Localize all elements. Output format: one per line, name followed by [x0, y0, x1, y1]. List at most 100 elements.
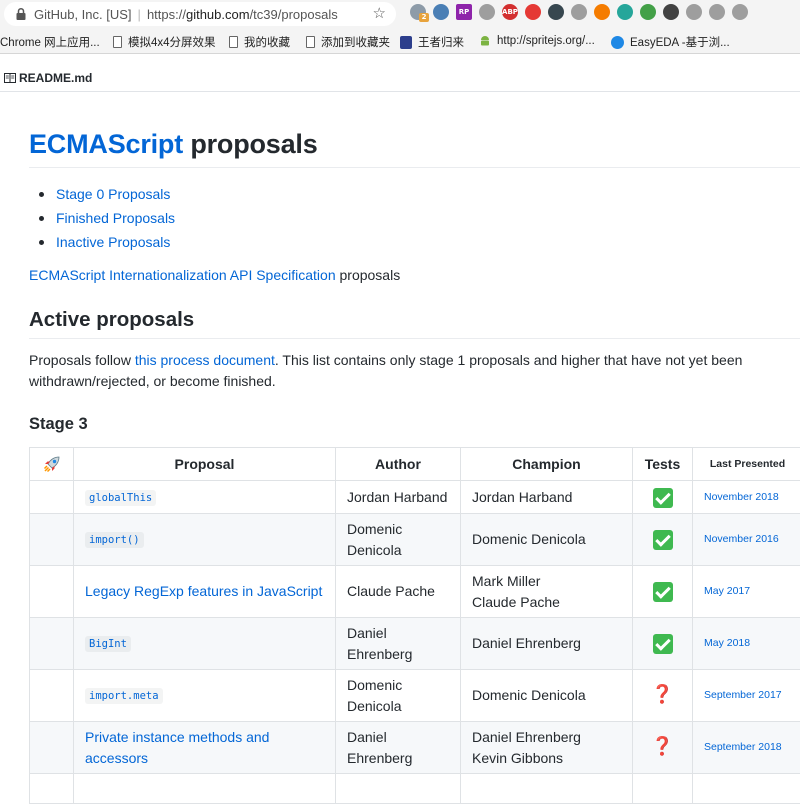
list-item: Stage 0 Proposals: [29, 182, 175, 206]
intl-spec-link[interactable]: ECMAScript Internationalization API Spec…: [29, 267, 336, 283]
extension-badge-icon[interactable]: 2: [410, 4, 426, 20]
column-header-champion[interactable]: Champion: [461, 448, 633, 481]
champion-cell: Daniel EhrenbergKevin Gibbons: [461, 722, 633, 774]
url-prefix: https://: [147, 7, 186, 22]
proposal-link[interactable]: BigInt: [85, 636, 131, 652]
bookmark-my-favorites[interactable]: 我的收藏: [229, 34, 290, 50]
rocket-icon: [42, 454, 62, 474]
last-presented-link[interactable]: November 2018: [704, 491, 779, 503]
fox-icon[interactable]: [571, 4, 587, 20]
process-document-link[interactable]: this process document: [135, 352, 275, 368]
rocket-cell: [30, 722, 74, 774]
bookmark-wangzhe[interactable]: 王者归来: [400, 34, 464, 50]
extension-gray-icon[interactable]: [732, 4, 748, 20]
bookmark-label: 王者归来: [418, 34, 464, 50]
lock-icon[interactable]: [14, 7, 28, 21]
ecmascript-link[interactable]: ECMAScript: [29, 129, 183, 159]
eyedropper-icon[interactable]: [663, 4, 679, 20]
extension-rp-icon[interactable]: RP: [456, 4, 472, 20]
wechat-icon[interactable]: [640, 4, 656, 20]
champion-cell: Daniel Ehrenberg: [461, 618, 633, 670]
table-row: import.metaDomenic DenicolaDomenic Denic…: [30, 670, 800, 722]
bookmarks-bar: Chrome 网上应用... 模拟4x4分屏效果 我的收藏 添加到收藏夹 王者归…: [0, 28, 800, 54]
column-header-tests[interactable]: Tests: [633, 448, 693, 481]
last-presented-cell: May 2018: [693, 618, 800, 670]
extension-bar: 2 RP ABP: [410, 4, 748, 20]
last-presented-link[interactable]: September 2018: [704, 741, 782, 753]
extension-o-icon[interactable]: [433, 4, 449, 20]
rocket-cell: [30, 514, 74, 566]
proposal-link[interactable]: import(): [85, 532, 144, 548]
extension-teal-icon[interactable]: [617, 4, 633, 20]
last-presented-link[interactable]: September 2017: [704, 689, 782, 701]
question-mark-icon: ❓: [651, 738, 673, 756]
page-title: ECMAScript proposals: [29, 126, 318, 162]
last-presented-link[interactable]: May 2018: [704, 637, 750, 649]
adblock-icon[interactable]: ABP: [502, 4, 518, 20]
proposals-table: Proposal Author Champion Tests Last Pres…: [29, 447, 800, 804]
author-name: Claude Pache: [347, 583, 435, 599]
address-bar[interactable]: GitHub, Inc. [US] | https://github.com/t…: [4, 2, 396, 26]
column-header-last-presented[interactable]: Last Presented: [693, 448, 800, 481]
champion-name: Daniel Ehrenberg: [472, 727, 621, 748]
proposal-link[interactable]: Legacy RegExp features in JavaScript: [85, 583, 322, 599]
proposal-cell: import.meta: [74, 670, 336, 722]
bookmark-label: 我的收藏: [244, 34, 290, 50]
intl-rest: proposals: [336, 267, 401, 283]
bookmark-chrome-store[interactable]: Chrome 网上应用...: [0, 34, 100, 50]
bookmark-split-screen[interactable]: 模拟4x4分屏效果: [113, 34, 216, 50]
stage0-link[interactable]: Stage 0 Proposals: [56, 186, 170, 202]
refresh-icon[interactable]: [709, 4, 725, 20]
champion-name: Domenic Denicola: [472, 529, 621, 550]
lightning-icon[interactable]: [479, 4, 495, 20]
tests-cell: [633, 774, 693, 804]
list-item: Inactive Proposals: [29, 230, 175, 254]
extension-dark-icon[interactable]: [548, 4, 564, 20]
bookmark-label: EasyEDA -基于浏...: [630, 34, 730, 50]
bookmark-easyeda[interactable]: EasyEDA -基于浏...: [611, 34, 730, 50]
inactive-link[interactable]: Inactive Proposals: [56, 234, 170, 250]
rocket-cell: [30, 481, 74, 514]
desc-text: Proposals follow: [29, 352, 135, 368]
book-icon: [4, 73, 16, 83]
rocket-cell: [30, 566, 74, 618]
column-header-proposal[interactable]: Proposal: [74, 448, 336, 481]
tests-cell: [633, 514, 693, 566]
last-presented-cell: September 2018: [693, 722, 800, 774]
question-mark-icon: ❓: [651, 686, 673, 704]
author-cell: Daniel Ehrenberg: [336, 618, 461, 670]
page-icon: [113, 36, 122, 48]
extension-red-icon[interactable]: [525, 4, 541, 20]
champion-cell: Mark MillerClaude Pache: [461, 566, 633, 618]
site-identity[interactable]: GitHub, Inc. [US]: [34, 7, 132, 22]
proposal-link[interactable]: import.meta: [85, 688, 163, 704]
page-icon: [229, 36, 238, 48]
author-name: Daniel Ehrenberg: [347, 625, 412, 662]
table-row: Private instance methods and accessors Da…: [30, 722, 800, 774]
proposal-link[interactable]: Private instance methods and accessors: [85, 729, 269, 766]
url-separator: |: [138, 7, 141, 22]
champion-name: Claude Pache: [472, 592, 621, 613]
bookmark-label: http://spritejs.org/...: [497, 35, 595, 47]
last-presented-link[interactable]: November 2016: [704, 533, 779, 545]
check-mark-icon: [653, 634, 673, 654]
extension-orange-icon[interactable]: [594, 4, 610, 20]
bookmark-spritejs[interactable]: http://spritejs.org/...: [479, 34, 595, 47]
proposal-cell: globalThis: [74, 481, 336, 514]
tests-cell: ❓: [633, 670, 693, 722]
proposal-cell: Private instance methods and accessors: [74, 722, 336, 774]
column-header-author[interactable]: Author: [336, 448, 461, 481]
last-presented-link[interactable]: May 2017: [704, 585, 750, 597]
proposal-link[interactable]: globalThis: [85, 490, 156, 506]
divider: [0, 91, 800, 92]
bookmark-star-icon[interactable]: ☆: [373, 4, 386, 22]
champion-name: Daniel Ehrenberg: [472, 633, 621, 654]
table-row: Legacy RegExp features in JavaScript Clau…: [30, 566, 800, 618]
bookmark-add-favorites[interactable]: 添加到收藏夹: [306, 34, 390, 50]
vue-icon[interactable]: [686, 4, 702, 20]
table-row: globalThisJordan HarbandJordan HarbandNo…: [30, 481, 800, 514]
proposal-cell: [74, 774, 336, 804]
finished-link[interactable]: Finished Proposals: [56, 210, 175, 226]
android-icon: [479, 34, 491, 47]
last-presented-cell: November 2016: [693, 514, 800, 566]
